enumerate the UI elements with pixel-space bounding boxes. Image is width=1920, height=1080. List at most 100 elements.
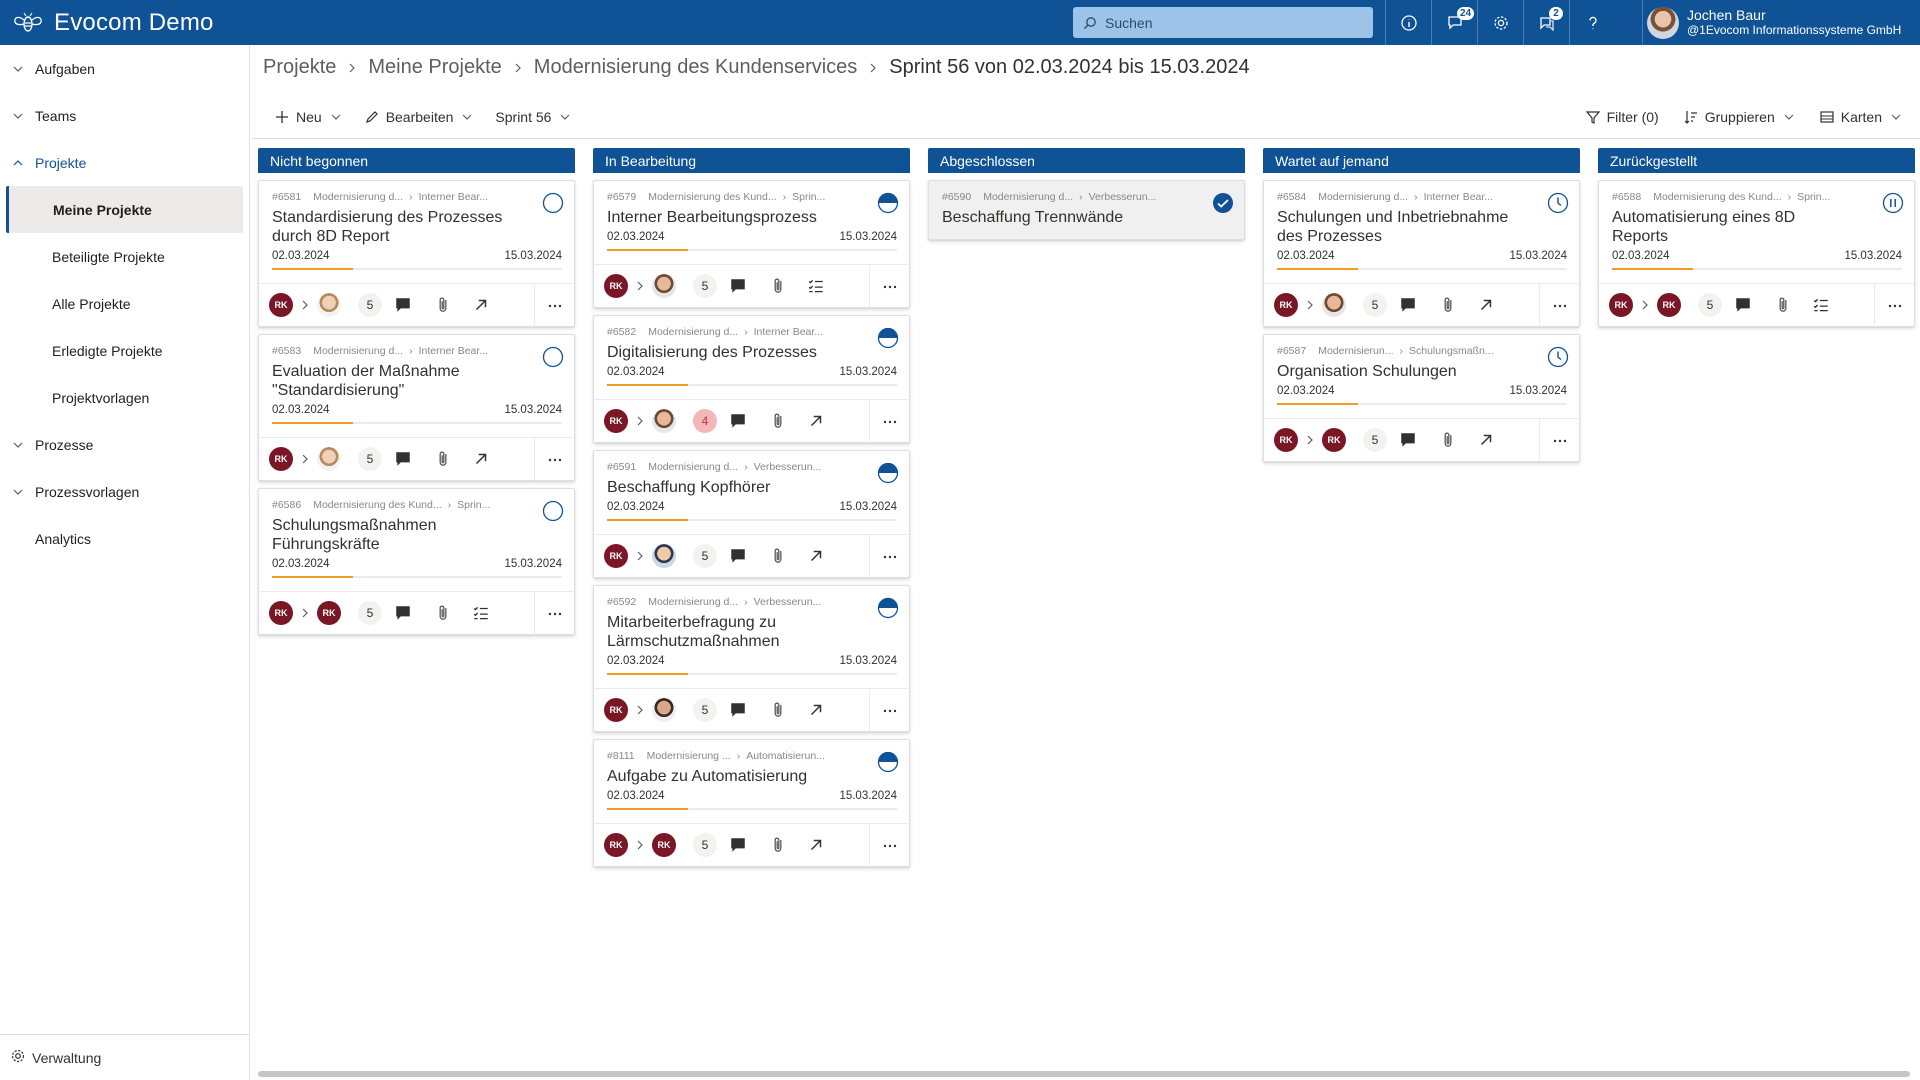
comment-icon[interactable] [1399, 296, 1417, 314]
open-icon[interactable] [807, 836, 825, 854]
attachment-icon[interactable] [769, 836, 787, 854]
task-card[interactable]: #6581 Modernisierung d... › Interner Bear..… [258, 180, 575, 327]
tasks-icon[interactable]: 2 [1523, 0, 1569, 45]
attachment-icon[interactable] [1774, 296, 1792, 314]
waiting-status-icon[interactable] [1547, 192, 1569, 214]
sidebar-item-alle-projekte[interactable]: Alle Projekte [0, 280, 249, 327]
search-input[interactable]: Suchen [1073, 7, 1373, 38]
gear-icon[interactable] [1477, 0, 1523, 45]
more-options-icon[interactable] [1539, 419, 1579, 462]
assignee-avatar[interactable] [652, 698, 676, 722]
assignee-avatar[interactable]: RK [1322, 428, 1346, 452]
assignee-avatar[interactable] [317, 293, 341, 317]
not-started-status-icon[interactable] [542, 500, 564, 522]
breadcrumb-item[interactable]: Modernisierung des Kundenservices [534, 56, 858, 79]
checklist-icon[interactable] [472, 604, 490, 622]
task-card[interactable]: #6592 Modernisierung d... › Verbesserun... M… [593, 585, 910, 732]
open-icon[interactable] [1477, 431, 1495, 449]
view-select[interactable]: Karten [1811, 101, 1910, 133]
open-icon[interactable] [472, 450, 490, 468]
help-icon[interactable] [1569, 0, 1615, 45]
sidebar-item-erledigte-projekte[interactable]: Erledigte Projekte [0, 327, 249, 374]
sidebar-item-verwaltung[interactable]: Verwaltung [0, 1034, 249, 1080]
comment-icon[interactable] [1399, 431, 1417, 449]
sidebar-item-projekte[interactable]: Projekte [0, 139, 249, 186]
open-icon[interactable] [807, 547, 825, 565]
sidebar-item-prozessvorlagen[interactable]: Prozessvorlagen [0, 468, 249, 515]
more-options-icon[interactable] [869, 689, 909, 732]
comment-icon[interactable] [729, 412, 747, 430]
breadcrumb-item[interactable]: Meine Projekte [368, 56, 501, 79]
attachment-icon[interactable] [769, 547, 787, 565]
sidebar-item-meine-projekte[interactable]: Meine Projekte [6, 186, 243, 233]
edit-button[interactable]: Bearbeiten [356, 101, 482, 133]
assigner-avatar[interactable]: RK [269, 601, 293, 625]
assigner-avatar[interactable]: RK [1274, 293, 1298, 317]
in-progress-status-icon[interactable] [877, 327, 899, 349]
comment-icon[interactable] [394, 296, 412, 314]
in-progress-status-icon[interactable] [877, 597, 899, 619]
task-card[interactable]: #6587 Modernisierun... › Schulungsmaßn... Or… [1263, 334, 1580, 462]
open-icon[interactable] [807, 701, 825, 719]
horizontal-scrollbar[interactable] [258, 1071, 1910, 1077]
task-card[interactable]: #8111 Modernisierung ... › Automatisierun..… [593, 739, 910, 867]
assignee-avatar[interactable] [652, 544, 676, 568]
attachment-icon[interactable] [434, 604, 452, 622]
comment-icon[interactable] [394, 450, 412, 468]
sidebar-item-analytics[interactable]: Analytics [0, 515, 249, 562]
assigner-avatar[interactable]: RK [269, 293, 293, 317]
sprint-select[interactable]: Sprint 56 [487, 101, 579, 133]
sidebar-item-teams[interactable]: Teams [0, 92, 249, 139]
assignee-avatar[interactable]: RK [317, 601, 341, 625]
more-options-icon[interactable] [534, 438, 574, 481]
attachment-icon[interactable] [769, 701, 787, 719]
comment-icon[interactable] [729, 836, 747, 854]
open-icon[interactable] [472, 296, 490, 314]
filter-button[interactable]: Filter (0) [1577, 101, 1667, 133]
assigner-avatar[interactable]: RK [604, 833, 628, 857]
open-icon[interactable] [1477, 296, 1495, 314]
in-progress-status-icon[interactable] [877, 192, 899, 214]
assigner-avatar[interactable]: RK [604, 409, 628, 433]
more-options-icon[interactable] [869, 824, 909, 867]
more-options-icon[interactable] [869, 265, 909, 308]
completed-status-icon[interactable] [1212, 192, 1234, 214]
comment-icon[interactable] [1734, 296, 1752, 314]
task-card[interactable]: #6583 Modernisierung d... › Interner Bear..… [258, 334, 575, 481]
user-menu[interactable]: Jochen Baur @1Evocom Informationssysteme… [1642, 0, 1901, 45]
paused-status-icon[interactable] [1882, 192, 1904, 214]
assignee-avatar[interactable] [652, 274, 676, 298]
task-card[interactable]: #6588 Modernisierung des Kund... › Sprin...… [1598, 180, 1915, 327]
assigner-avatar[interactable]: RK [604, 544, 628, 568]
in-progress-status-icon[interactable] [877, 462, 899, 484]
comment-icon[interactable] [394, 604, 412, 622]
comment-icon[interactable] [729, 277, 747, 295]
task-card[interactable]: #6590 Modernisierung d... › Verbesserun... B… [928, 180, 1245, 240]
new-button[interactable]: Neu [266, 101, 350, 133]
open-icon[interactable] [807, 412, 825, 430]
comment-icon[interactable] [729, 547, 747, 565]
attachment-icon[interactable] [769, 277, 787, 295]
in-progress-status-icon[interactable] [877, 751, 899, 773]
task-card[interactable]: #6582 Modernisierung d... › Interner Bear..… [593, 315, 910, 443]
assignee-avatar[interactable] [652, 409, 676, 433]
task-card[interactable]: #6579 Modernisierung des Kund... › Sprin...… [593, 180, 910, 308]
more-options-icon[interactable] [869, 535, 909, 578]
checklist-icon[interactable] [807, 277, 825, 295]
more-options-icon[interactable] [534, 284, 574, 327]
comment-icon[interactable] [729, 701, 747, 719]
sidebar-item-projektvorlagen[interactable]: Projektvorlagen [0, 374, 249, 421]
task-card[interactable]: #6584 Modernisierung d... › Interner Bear..… [1263, 180, 1580, 327]
assignee-avatar[interactable] [1322, 293, 1346, 317]
task-card[interactable]: #6586 Modernisierung des Kund... › Sprin...… [258, 488, 575, 635]
sidebar-item-prozesse[interactable]: Prozesse [0, 421, 249, 468]
breadcrumb-item[interactable]: Projekte [263, 56, 336, 79]
assigner-avatar[interactable]: RK [1609, 293, 1633, 317]
more-options-icon[interactable] [534, 592, 574, 635]
waiting-status-icon[interactable] [1547, 346, 1569, 368]
attachment-icon[interactable] [1439, 431, 1457, 449]
assigner-avatar[interactable]: RK [269, 447, 293, 471]
more-options-icon[interactable] [869, 400, 909, 443]
group-button[interactable]: Gruppieren [1675, 101, 1803, 133]
attachment-icon[interactable] [1439, 296, 1457, 314]
